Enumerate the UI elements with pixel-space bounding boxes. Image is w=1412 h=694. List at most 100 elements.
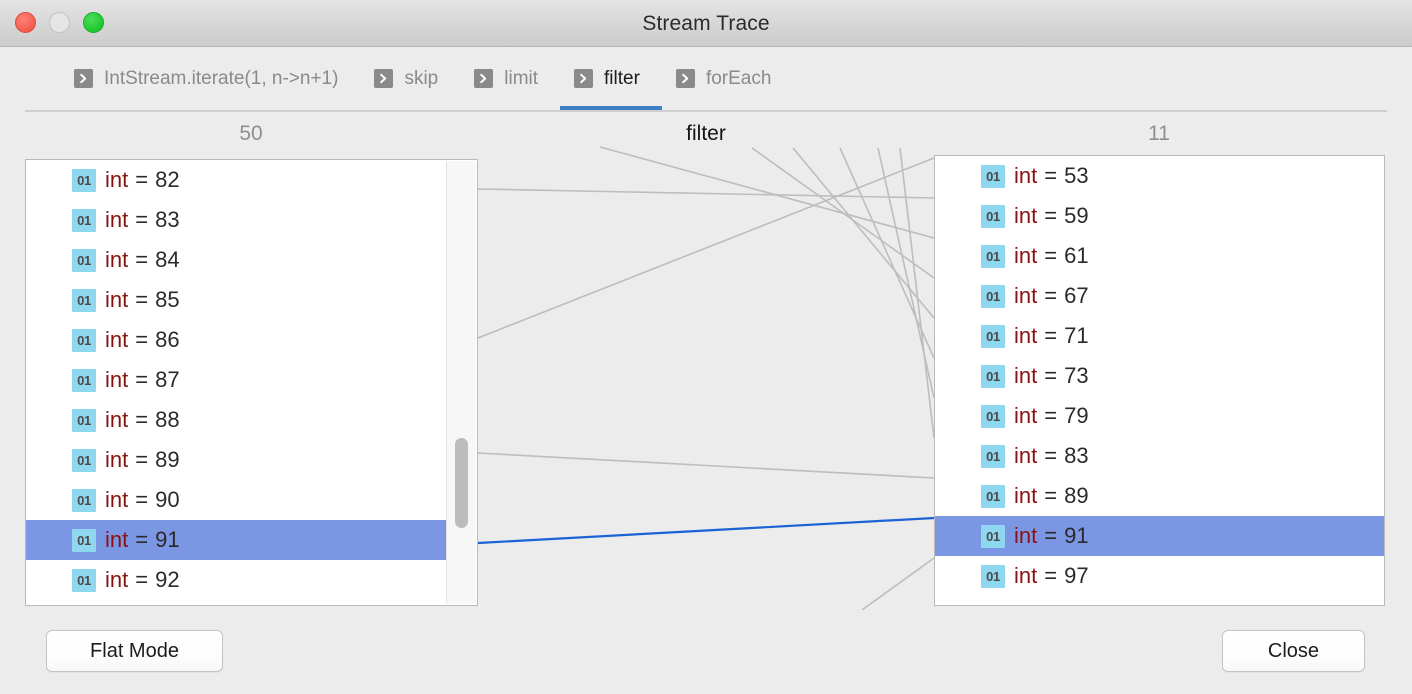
primitive-value-icon: 01	[72, 328, 96, 352]
output-value-row[interactable]: 01 int = 59	[935, 196, 1384, 236]
primitive-value-icon: 01	[72, 568, 96, 592]
equals-sign: =	[1044, 443, 1058, 468]
tab-skip[interactable]: skip	[360, 47, 460, 110]
value-label: 89	[1064, 483, 1089, 508]
equals-sign: =	[135, 487, 149, 512]
connector-line	[477, 157, 935, 339]
value-label: 91	[1064, 523, 1089, 548]
input-value-row[interactable]: 01 int = 89	[26, 440, 446, 480]
output-value-row[interactable]: 01 int = 83	[935, 436, 1384, 476]
value-label: 53	[1064, 163, 1089, 188]
tab-label: limit	[504, 67, 539, 89]
value-type-label: int	[105, 287, 129, 312]
output-value-row[interactable]: 01 int = 73	[935, 356, 1384, 396]
input-value-row[interactable]: 01 int = 92	[26, 560, 446, 600]
value-label: 86	[155, 327, 180, 352]
value-label: 59	[1064, 203, 1089, 228]
input-value-row[interactable]: 01 int = 87	[26, 360, 446, 400]
input-value-row[interactable]: 01 int = 90	[26, 480, 446, 520]
connector-line	[839, 147, 935, 359]
primitive-value-icon: 01	[72, 168, 96, 192]
primitive-value-icon: 01	[72, 408, 96, 432]
stream-trace-window: Stream Trace IntStream.iterate(1, n->n+1…	[0, 0, 1412, 694]
output-value-row[interactable]: 01 int = 53	[935, 156, 1384, 196]
output-value-row[interactable]: 01 int = 79	[935, 396, 1384, 436]
stage-tab-list: IntStream.iterate(1, n->n+1) skip limit fil…	[60, 47, 793, 110]
value-type-label: int	[105, 327, 129, 352]
tab-divider	[25, 110, 1387, 112]
tab-limit[interactable]: limit	[460, 47, 560, 110]
input-value-row[interactable]: 01 int = 85	[26, 280, 446, 320]
equals-sign: =	[135, 367, 149, 392]
connector-line	[792, 147, 935, 319]
value-type-label: int	[1014, 283, 1038, 308]
output-value-list[interactable]: 01 int = 53 01 int = 59 01 int = 61 01 int = 67 01 int = 71…	[934, 155, 1385, 606]
value-type-label: int	[1014, 443, 1038, 468]
output-value-row[interactable]: 01 int = 91	[935, 516, 1384, 556]
output-value-list-viewport: 01 int = 53 01 int = 59 01 int = 61 01 int = 67 01 int = 71…	[935, 156, 1384, 605]
primitive-value-icon: 01	[72, 288, 96, 312]
primitive-value-icon: 01	[981, 324, 1005, 348]
value-type-label: int	[105, 447, 129, 472]
value-label: 92	[155, 567, 180, 592]
value-label: 79	[1064, 403, 1089, 428]
equals-sign: =	[135, 287, 149, 312]
primitive-value-icon: 01	[72, 488, 96, 512]
value-type-label: int	[1014, 403, 1038, 428]
input-value-row[interactable]: 01 int = 88	[26, 400, 446, 440]
primitive-value-icon: 01	[981, 484, 1005, 508]
primitive-value-icon: 01	[72, 248, 96, 272]
input-value-row[interactable]: 01 int = 91	[26, 520, 446, 560]
flat-mode-button-label: Flat Mode	[90, 639, 179, 662]
value-type-label: int	[1014, 203, 1038, 228]
input-value-row[interactable]: 01 int = 83	[26, 200, 446, 240]
value-label: 90	[155, 487, 180, 512]
stage-name-label: filter	[686, 122, 726, 145]
equals-sign: =	[135, 527, 149, 552]
equals-sign: =	[135, 327, 149, 352]
value-type-label: int	[105, 207, 129, 232]
value-label: 83	[1064, 443, 1089, 468]
chevron-right-icon	[574, 69, 594, 88]
output-value-row[interactable]: 01 int = 97	[935, 556, 1384, 596]
value-label: 82	[155, 167, 180, 192]
equals-sign: =	[135, 407, 149, 432]
tab-label: filter	[604, 67, 640, 89]
tab-foreach[interactable]: forEach	[662, 47, 793, 110]
flat-mode-button[interactable]: Flat Mode	[46, 630, 223, 672]
value-label: 83	[155, 207, 180, 232]
tab-filter[interactable]: filter	[560, 47, 662, 110]
input-value-row[interactable]: 01 int = 84	[26, 240, 446, 280]
chevron-right-icon	[74, 69, 93, 88]
value-label: 87	[155, 367, 180, 392]
value-type-label: int	[1014, 163, 1038, 188]
value-type-label: int	[1014, 483, 1038, 508]
output-value-row[interactable]: 01 int = 61	[935, 236, 1384, 276]
value-label: 88	[155, 407, 180, 432]
connector-line-selected	[477, 516, 935, 545]
equals-sign: =	[1044, 203, 1058, 228]
value-label: 89	[155, 447, 180, 472]
connector-line	[861, 557, 935, 610]
primitive-value-icon: 01	[981, 524, 1005, 548]
input-value-row[interactable]: 01 int = 86	[26, 320, 446, 360]
output-value-row[interactable]: 01 int = 89	[935, 476, 1384, 516]
output-value-row[interactable]: 01 int = 71	[935, 316, 1384, 356]
tab-label: IntStream.iterate(1, n->n+1)	[104, 67, 339, 89]
close-button-label: Close	[1267, 639, 1320, 662]
primitive-value-icon: 01	[981, 164, 1005, 188]
close-button[interactable]: Close	[1222, 630, 1365, 672]
primitive-value-icon: 01	[981, 284, 1005, 308]
input-list-scrollbar[interactable]	[446, 161, 476, 604]
input-list-scrollbar-thumb[interactable]	[455, 438, 468, 528]
equals-sign: =	[1044, 483, 1058, 508]
primitive-value-icon: 01	[981, 444, 1005, 468]
equals-sign: =	[135, 247, 149, 272]
output-value-row[interactable]: 01 int = 67	[935, 276, 1384, 316]
value-type-label: int	[1014, 523, 1038, 548]
input-value-list-viewport: 01 int = 82 01 int = 83 01 int = 84 01 int = 85 01 int = 86…	[26, 160, 446, 605]
input-value-list[interactable]: 01 int = 82 01 int = 83 01 int = 84 01 int = 85 01 int = 86…	[25, 159, 478, 606]
tab-intstream-iterate-1-n-n-1[interactable]: IntStream.iterate(1, n->n+1)	[60, 47, 360, 110]
value-type-label: int	[1014, 363, 1038, 388]
input-value-row[interactable]: 01 int = 82	[26, 160, 446, 200]
